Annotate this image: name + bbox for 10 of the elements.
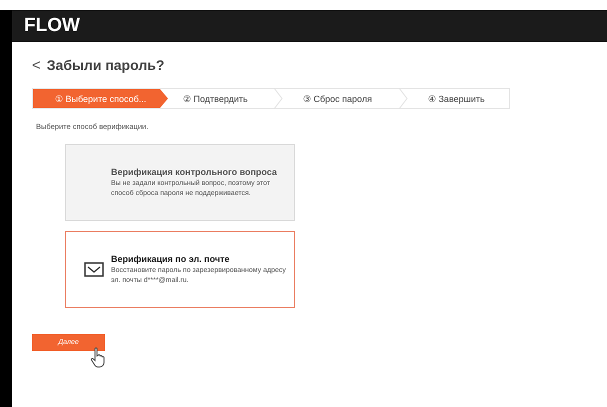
step-tab[interactable]: ② Подтвердить xyxy=(168,89,283,108)
option-title: Верификация контрольного вопроса xyxy=(111,166,278,176)
step-tab[interactable]: ④ Завершить xyxy=(408,89,509,108)
logo: FLOW xyxy=(24,15,80,37)
back-link[interactable]: < xyxy=(32,56,41,74)
option-title: Верификация по эл. почте xyxy=(111,254,231,264)
envelope-icon xyxy=(84,262,104,277)
hand-cursor-icon xyxy=(90,347,106,369)
page-title: Забыли пароль? xyxy=(46,57,164,73)
step-tab[interactable]: ③ Сброс пароля xyxy=(283,89,408,108)
